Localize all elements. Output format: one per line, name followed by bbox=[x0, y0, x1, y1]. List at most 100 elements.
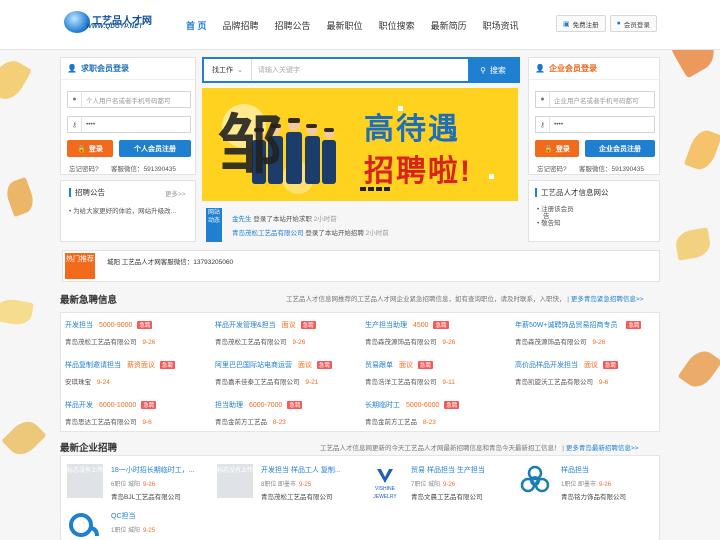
company-logo-placeholder: 标志没有上传 bbox=[67, 464, 103, 498]
job-item[interactable]: 担当助理 6000-7000 急聘 青岛金前方工艺品 8-23 bbox=[211, 393, 361, 433]
main-nav: 首 页 品牌招聘 招聘公告 最新职位 职位搜索 最新简历 职场资讯 bbox=[186, 0, 535, 50]
job-company[interactable]: 青岛思达工艺品有限公司 bbox=[65, 419, 137, 426]
company-item[interactable]: 标志没有上传 开发担当 样品工人 复制... 8职位 即墨市 9-25 青岛茂松工… bbox=[211, 460, 361, 504]
company-name[interactable]: 青岛茂松工艺品有限公司 bbox=[261, 491, 333, 501]
notice-more-link[interactable]: 更多>> bbox=[165, 188, 186, 198]
urgent-badge: 急聘 bbox=[433, 321, 449, 329]
title-bar bbox=[535, 188, 537, 197]
search-input[interactable]: 请输入关键字 bbox=[252, 59, 468, 81]
job-title-line: 样品开发管理&担当 面议 急聘 bbox=[215, 320, 316, 330]
company-service-text: 客服微信：591390435 bbox=[579, 166, 645, 173]
seeker-forgot-link[interactable]: 忘记密码? bbox=[69, 163, 99, 173]
job-company-line: 青岛凯旋沃工艺品有限公司 9-6 bbox=[515, 376, 608, 386]
urgent-more-link[interactable]: 更多青岛紧急招聘信息>> bbox=[571, 296, 644, 303]
job-company[interactable]: 青岛金前方工艺品 bbox=[365, 419, 417, 426]
nav-home[interactable]: 首 页 bbox=[186, 19, 207, 32]
job-company[interactable]: 青岛浩洋工艺品有限公司 bbox=[365, 379, 437, 386]
job-title[interactable]: 样品开发 bbox=[65, 402, 93, 409]
company-login-button[interactable]: 🔒 登录 bbox=[535, 140, 579, 157]
job-title[interactable]: 生产担当助理 bbox=[365, 322, 407, 329]
lock-icon: 🔒 bbox=[544, 145, 553, 153]
company-name[interactable]: 青岛铭力饰品有限公司 bbox=[561, 491, 626, 501]
seeker-password-input[interactable]: ⚷ •••• bbox=[67, 116, 191, 133]
company-desc-text: 工艺品人才信息网更新的今天工艺品人才网最新招聘信息和青岛今天最新招工信息！ bbox=[320, 445, 561, 452]
site-logo[interactable]: 工艺品人才网 WWW.QDGYP.NET bbox=[62, 9, 172, 37]
company-account-input[interactable]: ● 企业用户名或者手机号码都可 bbox=[535, 91, 655, 108]
recruit-banner[interactable]: 邹 高待遇 招聘啦! bbox=[202, 88, 518, 201]
nav-job-search[interactable]: 职位搜索 bbox=[379, 19, 415, 32]
company-item[interactable]: VISHINE JEWELRY 贸易 样品担当 生产担当 7职位 城阳 9-26 … bbox=[361, 460, 511, 504]
job-item[interactable]: 长期临时工 5000-6000 急聘 青岛金前方工艺品 8-23 bbox=[361, 393, 511, 433]
notice-item-text: 为给大家更好的体验，网站升级改... bbox=[73, 208, 177, 215]
job-item[interactable]: 样品开发 6000-10000 急聘 青岛思达工艺品有限公司 9-6 bbox=[61, 393, 211, 433]
nav-latest-jobs[interactable]: 最新职位 bbox=[327, 19, 363, 32]
search-button[interactable]: ⚲ 搜索 bbox=[468, 59, 518, 81]
urgent-badge: 急聘 bbox=[141, 401, 157, 409]
job-item[interactable]: 高价品样品开发担当 面议 急聘 青岛凯旋沃工艺品有限公司 9-6 bbox=[511, 353, 661, 393]
job-item[interactable]: 阿里巴巴国际站电商运营 面议 急聘 青岛嘉禾佳泰工艺品有限公司 9-21 bbox=[211, 353, 361, 393]
news-item[interactable]: 青岛茂松工艺品有限公司 登录了本站开始招聘 2小时前 bbox=[232, 227, 389, 237]
company-login-title: 👤 企业会员登录 bbox=[529, 58, 659, 80]
company-password-input[interactable]: ⚷ •••• bbox=[535, 116, 655, 133]
job-title[interactable]: 阿里巴巴国际站电商运营 bbox=[215, 362, 292, 369]
job-item[interactable]: 样品开发管理&担当 面议 急聘 青岛茂松工艺品有限公司 9-26 bbox=[211, 313, 361, 353]
register-button[interactable]: ▣ 免费注册 bbox=[556, 15, 606, 32]
company-item[interactable]: 标志没有上传 18一小时招长期临时工，... 6职位 城阳 9-26 青岛BJL工… bbox=[61, 460, 211, 504]
company-more-link[interactable]: 更多青岛最新招聘信息>> bbox=[566, 445, 639, 452]
nav-career-news[interactable]: 职场资讯 bbox=[483, 19, 519, 32]
job-company[interactable]: 安琪珠宝 bbox=[65, 379, 91, 386]
job-item[interactable]: 贸易跟单 面议 急聘 青岛浩洋工艺品有限公司 9-11 bbox=[361, 353, 511, 393]
news-item[interactable]: 金先生 登录了本站开始求职 2小时前 bbox=[232, 213, 337, 223]
job-title[interactable]: 长期临时工 bbox=[365, 402, 400, 409]
job-title[interactable]: 贸易跟单 bbox=[365, 362, 393, 369]
job-title[interactable]: 样品复制邀请担当 bbox=[65, 362, 121, 369]
company-jobs[interactable]: QC担当 bbox=[111, 511, 209, 521]
job-item[interactable]: 年薪50W+诚聘饰品贸易招商专员 急聘 青岛森茂源饰品有限公司 9-26 bbox=[511, 313, 661, 353]
nav-brand-jobs[interactable]: 品牌招聘 bbox=[223, 19, 259, 32]
login-button[interactable]: ● 会员登录 bbox=[609, 15, 657, 32]
seeker-account-input[interactable]: ● 个人用户名或者手机号码都可 bbox=[67, 91, 191, 108]
nav-notices[interactable]: 招聘公告 bbox=[275, 19, 311, 32]
leaf-decoration bbox=[2, 176, 38, 218]
job-item[interactable]: 生产担当助理 4500 急聘 青岛森茂源饰品有限公司 9-26 bbox=[361, 313, 511, 353]
company-item[interactable]: QC担当 1职位 城阳 9-25 bbox=[61, 506, 211, 540]
job-company[interactable]: 青岛森茂源饰品有限公司 bbox=[515, 339, 587, 346]
company-jobs[interactable]: 贸易 样品担当 生产担当 bbox=[411, 465, 509, 475]
news-time: 2小时前 bbox=[313, 216, 337, 223]
company-forgot-link[interactable]: 忘记密码? bbox=[537, 163, 567, 173]
search-type-select[interactable]: 找工作 ⌄ bbox=[204, 59, 252, 81]
job-item[interactable]: 样品复制邀请担当 薪资面议 急聘 安琪珠宝 9-24 bbox=[61, 353, 211, 393]
nav-latest-resumes[interactable]: 最新简历 bbox=[431, 19, 467, 32]
notice-item[interactable]: • 为给大家更好的体验，网站升级改... bbox=[69, 205, 176, 215]
company-list: 标志没有上传 18一小时招长期临时工，... 6职位 城阳 9-26 青岛BJL工… bbox=[60, 455, 660, 540]
seeker-login-button[interactable]: 🔒 登录 bbox=[67, 140, 113, 157]
job-company[interactable]: 青岛金前方工艺品 bbox=[215, 419, 267, 426]
company-name[interactable]: 青岛BJL工艺品有限公司 bbox=[111, 491, 181, 501]
job-title[interactable]: 担当助理 bbox=[215, 402, 243, 409]
job-title[interactable]: 开发担当 bbox=[65, 322, 93, 329]
company-login-title-text: 企业会员登录 bbox=[548, 64, 597, 73]
job-company[interactable]: 青岛凯旋沃工艺品有限公司 bbox=[515, 379, 593, 386]
job-title[interactable]: 高价品样品开发担当 bbox=[515, 362, 578, 369]
company-jobs[interactable]: 开发担当 样品工人 复制... bbox=[261, 465, 359, 475]
job-title-line: 阿里巴巴国际站电商运营 面议 急聘 bbox=[215, 360, 332, 370]
vishine-logo-text: VISHINE JEWELRY bbox=[373, 486, 397, 500]
job-title[interactable]: 样品开发管理&担当 bbox=[215, 322, 276, 329]
job-company[interactable]: 青岛森茂源饰品有限公司 bbox=[365, 339, 437, 346]
job-company[interactable]: 青岛茂松工艺品有限公司 bbox=[65, 339, 137, 346]
company-jobs[interactable]: 18一小时招长期临时工，... bbox=[111, 465, 209, 475]
company-register-button[interactable]: 企业会员注册 bbox=[585, 140, 655, 157]
info-item[interactable]: • 敬告知 bbox=[537, 217, 561, 227]
hot-tag: 热门推荐 bbox=[65, 253, 95, 279]
job-company[interactable]: 青岛茂松工艺品有限公司 bbox=[215, 339, 287, 346]
hot-text[interactable]: 城阳 工艺品人才网客服微信：13793205060 bbox=[107, 256, 233, 266]
company-item[interactable]: 样品担当 1职位 即墨市 9-26 青岛铭力饰品有限公司 bbox=[511, 460, 661, 504]
company-name[interactable]: 青岛文晨工艺品有限公司 bbox=[411, 491, 483, 501]
seeker-register-button[interactable]: 个人会员注册 bbox=[119, 140, 191, 157]
key-icon: ⚷ bbox=[536, 117, 550, 132]
company-jobs[interactable]: 样品担当 bbox=[561, 465, 659, 475]
job-company[interactable]: 青岛嘉禾佳泰工艺品有限公司 bbox=[215, 379, 300, 386]
job-title[interactable]: 年薪50W+诚聘饰品贸易招商专员 bbox=[515, 322, 617, 329]
logo-url: WWW.QDGYP.NET bbox=[86, 24, 143, 30]
job-item[interactable]: 开发担当 5000-9000 急聘 青岛茂松工艺品有限公司 9-26 bbox=[61, 313, 211, 353]
